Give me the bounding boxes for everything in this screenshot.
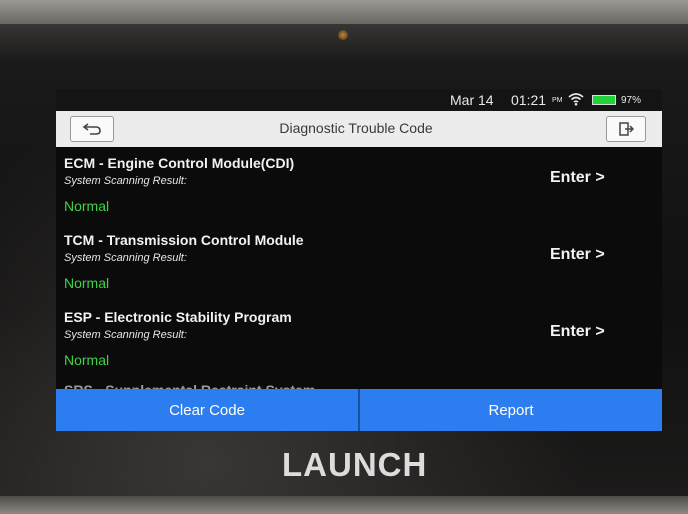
back-button[interactable] (70, 116, 114, 142)
device-frame: Mar 14 01:21 PM 97% Diagnostic Trouble C… (0, 0, 688, 514)
system-row-ecm[interactable]: ECM - Engine Control Module(CDI) System … (56, 147, 662, 225)
system-subtitle: System Scanning Result: (64, 175, 187, 187)
tablet-screen: Mar 14 01:21 PM 97% Diagnostic Trouble C… (56, 89, 662, 431)
enter-button-esp[interactable]: Enter > (550, 323, 605, 341)
brand-logo: LAUNCH (282, 446, 428, 483)
system-name: ECM - Engine Control Module(CDI) (64, 155, 295, 171)
exit-icon (619, 122, 634, 136)
status-ampm: PM (552, 97, 563, 104)
status-time: 01:21 (511, 92, 547, 108)
bottom-action-bar: Clear Code Report (56, 389, 662, 431)
exit-button[interactable] (606, 116, 646, 142)
system-status: Normal (64, 352, 110, 368)
title-bar: Diagnostic Trouble Code (56, 111, 662, 147)
status-bar: Mar 14 01:21 PM 97% (56, 89, 662, 111)
system-row-esp[interactable]: ESP - Electronic Stability Program Syste… (56, 301, 662, 379)
system-list: ECM - Engine Control Module(CDI) System … (56, 147, 662, 387)
system-subtitle: System Scanning Result: (64, 252, 187, 264)
enter-button-tcm[interactable]: Enter > (550, 246, 605, 264)
clear-code-button[interactable]: Clear Code (56, 389, 358, 431)
enter-button-ecm[interactable]: Enter > (550, 169, 605, 187)
wifi-icon (568, 93, 584, 106)
page-title: Diagnostic Trouble Code (279, 120, 433, 136)
system-name: TCM - Transmission Control Module (64, 232, 304, 248)
back-arrow-icon (82, 123, 101, 135)
system-status: Normal (64, 198, 110, 214)
battery-percent: 97% (621, 95, 642, 106)
system-subtitle: System Scanning Result: (64, 329, 187, 341)
battery-icon (592, 95, 616, 105)
system-name: ESP - Electronic Stability Program (64, 309, 292, 325)
system-status: Normal (64, 275, 110, 291)
status-date: Mar 14 (450, 92, 494, 108)
camera-lens (338, 30, 348, 40)
system-row-tcm[interactable]: TCM - Transmission Control Module System… (56, 224, 662, 302)
report-button[interactable]: Report (358, 389, 662, 431)
